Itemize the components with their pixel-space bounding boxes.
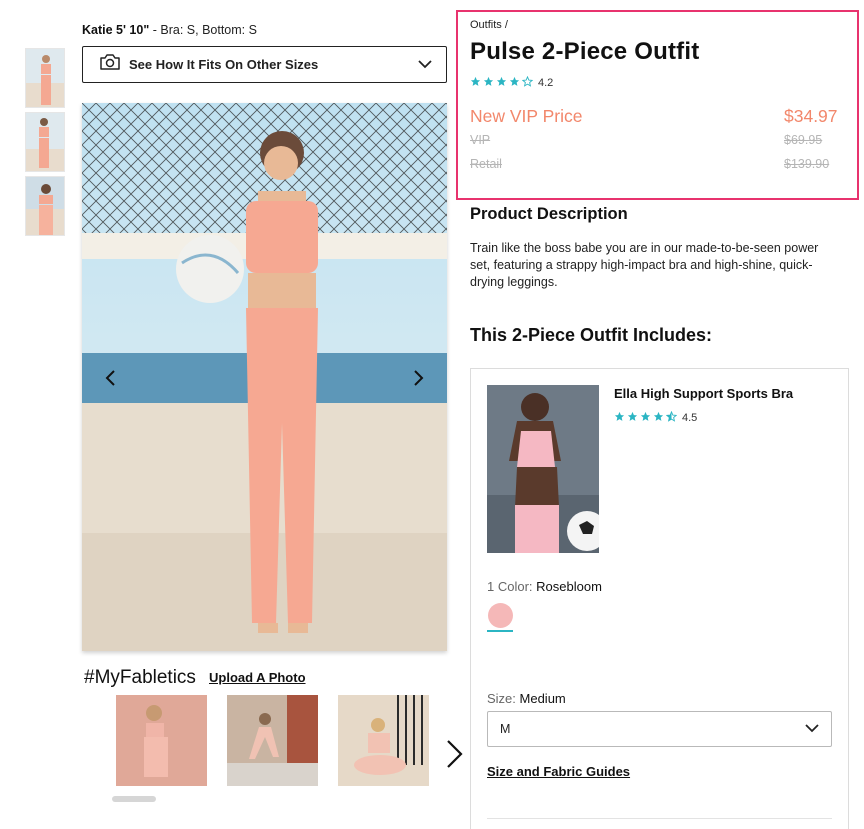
size-info: Size: Medium: [487, 691, 566, 706]
star-icon: [653, 409, 666, 427]
camera-icon: [99, 53, 121, 76]
new-vip-price-label: New VIP Price: [470, 106, 583, 126]
vip-label: VIP: [470, 133, 491, 147]
retail-label: Retail: [470, 157, 502, 171]
see-fits-dropdown[interactable]: See How It Fits On Other Sizes: [82, 46, 447, 83]
star-icon: [640, 409, 653, 427]
included-item-name[interactable]: Ella High Support Sports Bra: [614, 386, 793, 401]
thumbnail-strip: [25, 48, 65, 240]
chevron-down-icon: [418, 56, 432, 74]
size-fabric-guides-link[interactable]: Size and Fabric Guides: [487, 764, 630, 779]
model-sizes: - Bra: S, Bottom: S: [149, 23, 257, 37]
included-item-rating[interactable]: 4.5: [614, 409, 697, 427]
star-icon: [496, 74, 509, 92]
rating-value: 4.2: [538, 77, 554, 89]
color-value: Rosebloom: [536, 579, 602, 594]
star-icon: [627, 409, 640, 427]
star-icon: [509, 74, 522, 92]
hero-prev-arrow[interactable]: [100, 367, 122, 389]
star-icon: [614, 409, 627, 427]
color-swatch-rosebloom[interactable]: [488, 603, 513, 628]
ugc-photo-1[interactable]: [116, 695, 207, 786]
star-icon: [483, 74, 496, 92]
includes-heading: This 2-Piece Outfit Includes:: [470, 325, 713, 345]
hero-photo: [82, 103, 447, 651]
thumbnail-3[interactable]: [25, 176, 65, 236]
star-icon: [470, 74, 483, 92]
thumbnail-2[interactable]: [25, 112, 65, 172]
ugc-photo-3[interactable]: [338, 695, 429, 786]
star-half-icon: [665, 409, 679, 427]
size-value: Medium: [519, 691, 566, 706]
see-fits-label: See How It Fits On Other Sizes: [129, 57, 319, 72]
myfabletics-title: #MyFabletics: [84, 667, 196, 688]
chevron-down-icon: [805, 720, 819, 738]
vip-price: $69.95: [784, 133, 823, 147]
hero-next-arrow[interactable]: [407, 367, 429, 389]
product-title: Pulse 2-Piece Outfit: [470, 38, 700, 65]
description-text: Train like the boss babe you are in our …: [470, 241, 819, 289]
product-rating[interactable]: 4.2: [470, 74, 553, 92]
ugc-photo-2[interactable]: [227, 695, 318, 786]
model-name: Katie 5' 10": [82, 23, 150, 37]
model-size-info: Katie 5' 10" - Bra: S, Bottom: S: [82, 23, 257, 37]
description-heading: Product Description: [470, 205, 628, 223]
upload-photo-link[interactable]: Upload A Photo: [209, 670, 306, 685]
new-vip-price: $34.97: [784, 106, 838, 126]
swatch-selected-indicator: [487, 630, 513, 632]
size-select[interactable]: M: [487, 711, 832, 747]
size-prefix: Size:: [487, 691, 520, 706]
breadcrumb[interactable]: Outfits /: [470, 19, 508, 31]
card-divider: [487, 818, 832, 819]
ugc-next-arrow[interactable]: [444, 738, 466, 770]
retail-price: $139.90: [784, 157, 830, 171]
hero-product-image[interactable]: [82, 103, 447, 651]
included-item-rating-value: 4.5: [682, 412, 698, 424]
size-select-value: M: [500, 722, 511, 736]
color-prefix: 1 Color:: [487, 579, 537, 594]
color-info: 1 Color: Rosebloom: [487, 579, 602, 594]
ugc-scrollbar[interactable]: [112, 796, 156, 802]
included-item-image[interactable]: [487, 385, 599, 553]
star-outline-icon: [521, 74, 535, 92]
thumbnail-1[interactable]: [25, 48, 65, 108]
